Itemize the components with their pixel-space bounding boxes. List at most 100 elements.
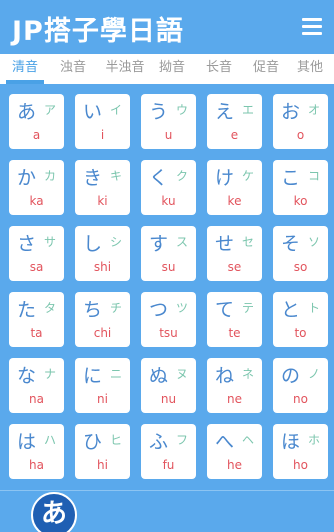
hiragana-char: か [17, 167, 37, 189]
katakana-char: エ [242, 103, 255, 117]
katakana-char: ア [44, 103, 57, 117]
hiragana-char: せ [215, 233, 235, 255]
kana-card[interactable]: さサ sa [9, 226, 64, 281]
katakana-char: テ [242, 301, 255, 315]
kana-card[interactable]: いイi [75, 94, 130, 149]
hiragana-char: す [149, 233, 169, 255]
tab-other[interactable]: 其他 [290, 54, 330, 84]
katakana-char: コ [308, 169, 321, 183]
romaji-label: fu [162, 458, 175, 472]
hiragana-char: そ [281, 233, 301, 255]
romaji-label: chi [93, 326, 112, 340]
romaji-label: no [293, 392, 308, 406]
kana-card[interactable]: ねネ ne [207, 358, 262, 413]
kana-card[interactable]: ぬヌ nu [141, 358, 196, 413]
romaji-label: ni [97, 392, 108, 406]
kana-card[interactable]: はハ ha [9, 424, 64, 479]
katakana-char: ソ [308, 235, 321, 249]
katakana-char: カ [44, 169, 57, 183]
hiragana-char: し [83, 233, 103, 255]
hiragana-char: て [215, 299, 235, 321]
katakana-char: セ [242, 235, 255, 249]
romaji-label: te [228, 326, 241, 340]
kana-card[interactable]: うウu [141, 94, 196, 149]
hiragana-char: と [281, 299, 301, 321]
kana-card[interactable]: とト to [273, 292, 328, 347]
hiragana-char: ふ [149, 431, 169, 453]
romaji-label: e [230, 128, 239, 142]
hiragana-char: ち [83, 299, 103, 321]
romaji-label: u [164, 128, 173, 142]
hiragana-char: ぬ [149, 365, 169, 387]
katakana-char: ケ [242, 169, 255, 183]
hiragana-char: た [17, 299, 37, 321]
kana-card[interactable]: きキ ki [75, 160, 130, 215]
kana-card[interactable]: けケ ke [207, 160, 262, 215]
kana-card[interactable]: えエe [207, 94, 262, 149]
kana-fab-button[interactable]: あ [31, 492, 77, 532]
romaji-label: nu [160, 392, 177, 406]
kana-card[interactable]: ほホ ho [273, 424, 328, 479]
kana-card[interactable]: しシ shi [75, 226, 130, 281]
kana-card[interactable]: ふフ fu [141, 424, 196, 479]
katakana-char: シ [110, 235, 123, 249]
katakana-char: ツ [176, 301, 189, 315]
kana-card[interactable]: くク ku [141, 160, 196, 215]
kana-category-tabs: 清音 浊音 半浊音 拗音 长音 促音 其他 [0, 54, 334, 84]
tab-dakuon[interactable]: 浊音 [53, 54, 93, 84]
kana-card[interactable]: おオo [273, 94, 328, 149]
hiragana-char: い [83, 101, 103, 123]
katakana-char: ト [308, 301, 321, 315]
hiragana-char: へ [215, 431, 235, 453]
hiragana-char: け [215, 167, 235, 189]
romaji-label: tsu [159, 326, 178, 340]
romaji-label: ka [29, 194, 44, 208]
kana-card[interactable]: てテ te [207, 292, 262, 347]
app-title: JP搭子學日語 [12, 16, 184, 47]
katakana-char: ヘ [242, 433, 255, 447]
hiragana-char: な [17, 365, 37, 387]
tab-chouon[interactable]: 长音 [199, 54, 239, 84]
romaji-label: sa [29, 260, 44, 274]
romaji-label: i [100, 128, 105, 142]
kana-card[interactable]: にニ ni [75, 358, 130, 413]
katakana-char: チ [110, 301, 123, 315]
hiragana-char: さ [17, 233, 37, 255]
katakana-char: サ [44, 235, 57, 249]
kana-card[interactable]: こコ ko [273, 160, 328, 215]
kana-card[interactable]: なナ na [9, 358, 64, 413]
kana-card[interactable]: かカ ka [9, 160, 64, 215]
romaji-label: na [29, 392, 44, 406]
katakana-char: ネ [242, 367, 255, 381]
katakana-char: フ [176, 433, 189, 447]
katakana-char: ク [176, 169, 189, 183]
romaji-label: se [227, 260, 242, 274]
romaji-label: shi [93, 260, 112, 274]
tab-youon[interactable]: 拗音 [152, 54, 192, 84]
romaji-label: o [296, 128, 305, 142]
kana-card[interactable]: せセ se [207, 226, 262, 281]
kana-card[interactable]: あアa [9, 94, 64, 149]
hiragana-char: こ [281, 167, 301, 189]
kana-card[interactable]: へヘ he [207, 424, 262, 479]
katakana-char: タ [44, 301, 57, 315]
hamburger-menu-icon[interactable] [302, 18, 322, 35]
hiragana-char: に [83, 365, 103, 387]
kana-card[interactable]: たタ ta [9, 292, 64, 347]
katakana-char: ヌ [176, 367, 189, 381]
kana-card[interactable]: ちチ chi [75, 292, 130, 347]
kana-card[interactable]: そソ so [273, 226, 328, 281]
tab-sokuon[interactable]: 促音 [246, 54, 286, 84]
romaji-label: ta [30, 326, 43, 340]
romaji-label: ho [293, 458, 308, 472]
kana-card[interactable]: つツ tsu [141, 292, 196, 347]
kana-card[interactable]: のノ no [273, 358, 328, 413]
kana-card[interactable]: すス su [141, 226, 196, 281]
romaji-label: ku [161, 194, 176, 208]
tab-handakuon[interactable]: 半浊音 [98, 54, 152, 84]
romaji-label: su [161, 260, 176, 274]
hiragana-char: え [215, 101, 235, 123]
romaji-label: ko [293, 194, 308, 208]
kana-card[interactable]: ひヒ hi [75, 424, 130, 479]
katakana-char: ナ [44, 367, 57, 381]
